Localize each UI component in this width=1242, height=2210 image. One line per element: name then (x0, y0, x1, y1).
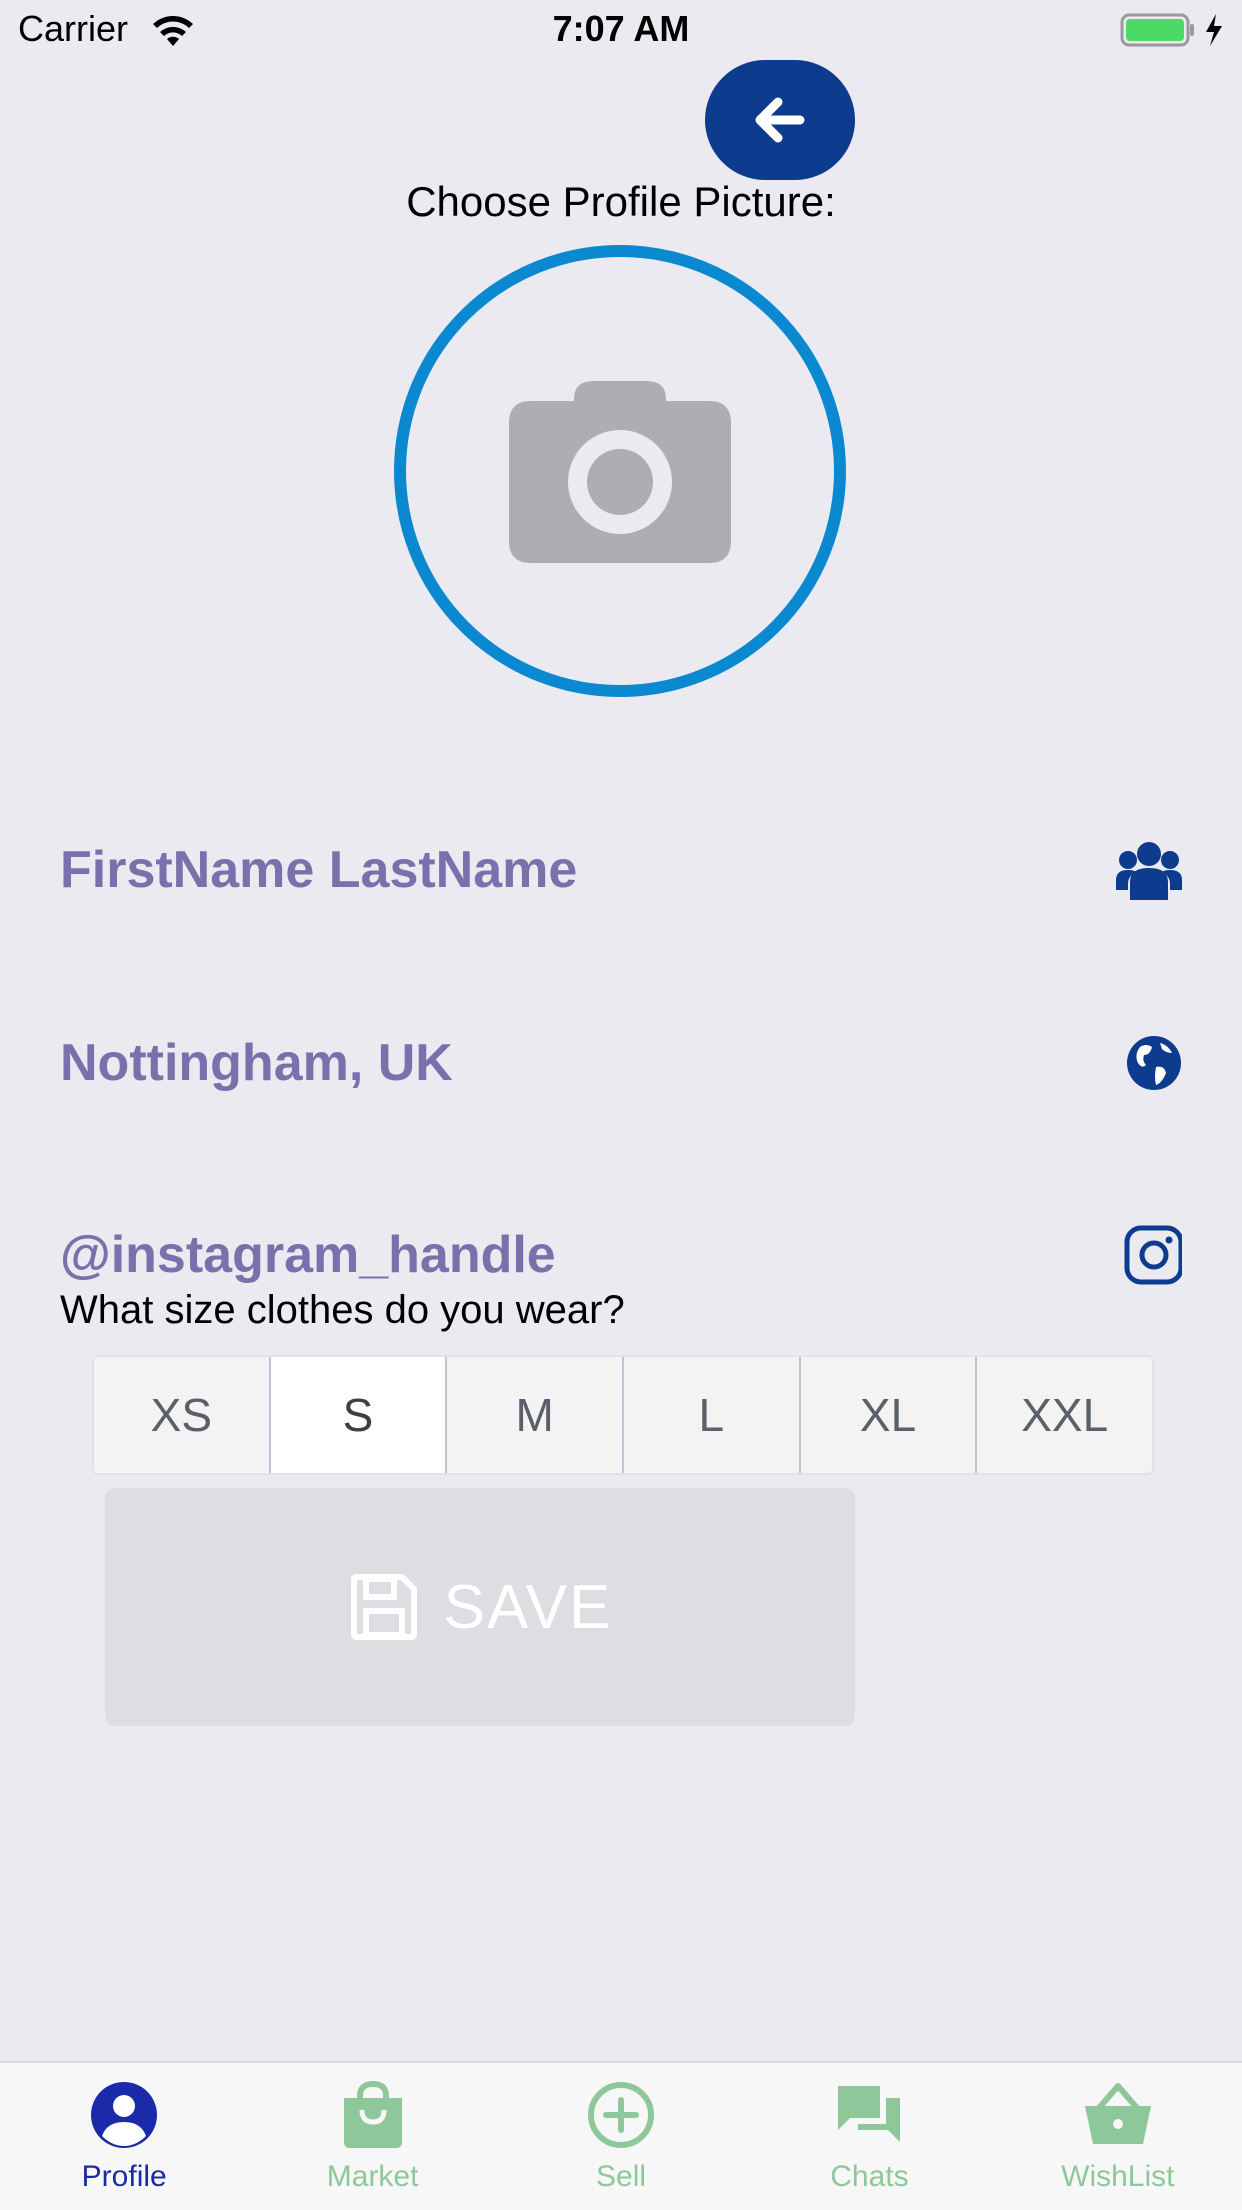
camera-icon (509, 381, 731, 563)
battery-icon (1120, 13, 1222, 47)
size-option-m[interactable]: M (447, 1357, 625, 1473)
arrow-left-icon (755, 97, 805, 143)
tab-wishlist-label: WishList (1061, 2160, 1175, 2193)
tab-profile[interactable]: Profile (0, 2063, 248, 2210)
save-button[interactable]: SAVE (105, 1488, 855, 1726)
user-circle-icon (91, 2082, 158, 2148)
size-option-l[interactable]: L (624, 1357, 801, 1473)
tab-market[interactable]: Market (248, 2063, 496, 2210)
size-option-xxl[interactable]: XXL (977, 1357, 1152, 1473)
save-label: SAVE (443, 1572, 613, 1642)
tab-sell[interactable]: Sell (497, 2063, 745, 2210)
basket-icon (1084, 2083, 1151, 2144)
tab-chats[interactable]: Chats (745, 2063, 993, 2210)
size-option-s[interactable]: S (270, 1357, 448, 1473)
size-option-xl[interactable]: XL (801, 1357, 978, 1473)
instagram-row[interactable]: @instagram_handle (60, 1215, 1182, 1295)
clock: 7:07 AM (552, 8, 690, 49)
floppy-disk-icon (350, 1574, 417, 1640)
back-button[interactable] (705, 60, 855, 180)
profile-picture-picker[interactable] (394, 245, 846, 697)
size-selector: XS S M L XL XXL (92, 1355, 1154, 1475)
instagram-icon (1124, 1225, 1182, 1285)
globe-icon (1127, 1036, 1181, 1090)
name-field[interactable]: FirstName LastName (60, 830, 577, 910)
instagram-field[interactable]: @instagram_handle (60, 1215, 556, 1295)
choose-profile-picture-label: Choose Profile Picture: (406, 178, 836, 225)
shopping-bag-icon (343, 2080, 402, 2148)
tab-profile-label: Profile (81, 2160, 167, 2193)
users-icon (1116, 842, 1182, 900)
location-row[interactable]: Nottingham, UK (60, 1023, 1182, 1103)
location-field[interactable]: Nottingham, UK (60, 1023, 453, 1103)
plus-circle-icon (588, 2082, 655, 2148)
tab-wishlist[interactable]: WishList (994, 2063, 1242, 2210)
chat-bubbles-icon (838, 2086, 901, 2142)
tab-bar: Profile Market Sell Chats WishList (0, 2061, 1242, 2210)
tab-chats-label: Chats (830, 2160, 909, 2193)
status-bar: Carrier 7:07 AM (0, 0, 1242, 62)
tab-market-label: Market (326, 2160, 419, 2193)
size-option-xs[interactable]: XS (94, 1357, 271, 1473)
tab-sell-label: Sell (596, 2160, 647, 2193)
size-question-label: What size clothes do you wear? (60, 1288, 625, 1332)
name-row[interactable]: FirstName LastName (60, 830, 1182, 910)
